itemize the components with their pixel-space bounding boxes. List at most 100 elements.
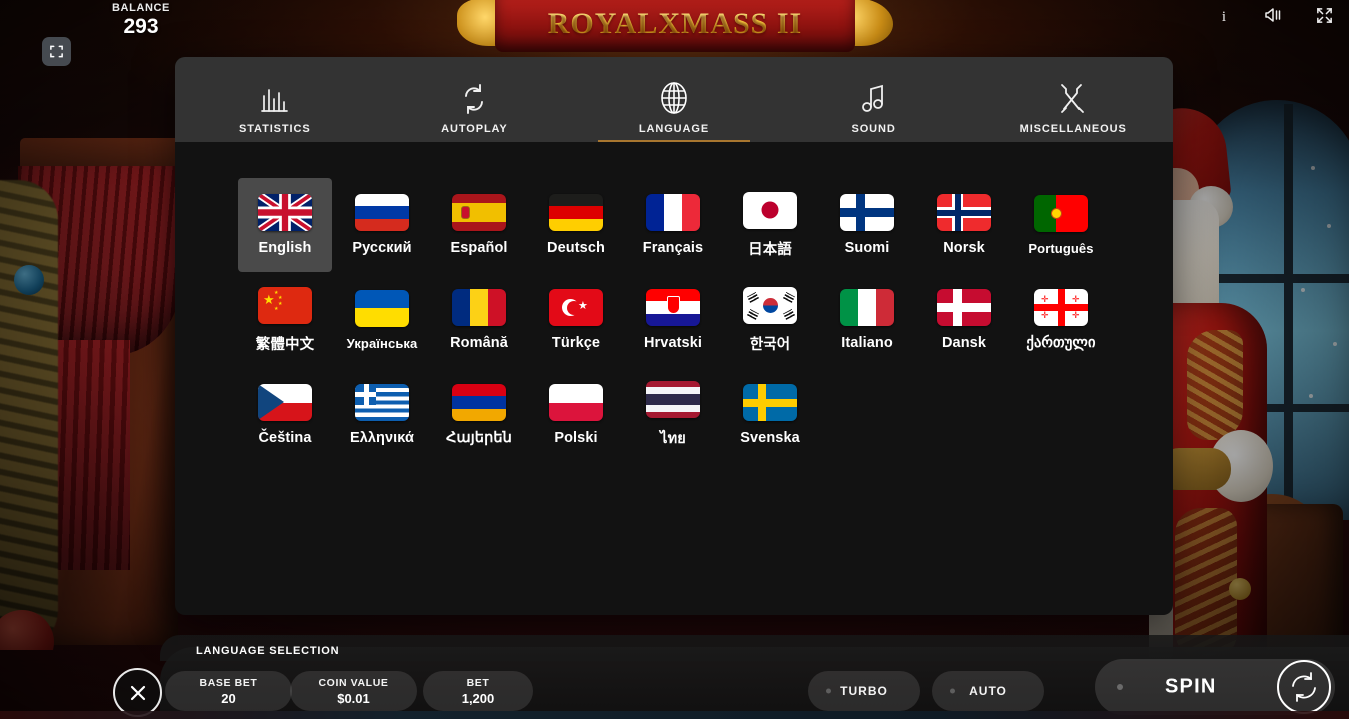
language-tile-de[interactable]: Deutsch: [529, 178, 623, 272]
tab-language-label: LANGUAGE: [638, 123, 710, 135]
auto-button[interactable]: AUTO: [932, 671, 1044, 711]
spin-button[interactable]: SPIN: [1095, 659, 1335, 715]
language-tile-am[interactable]: Հայերեն: [432, 368, 526, 462]
language-tile-se[interactable]: Svenska: [723, 368, 817, 462]
flag-icon-ua: [355, 289, 409, 327]
flag-icon-cz: [258, 384, 312, 421]
language-tile-fi[interactable]: Suomi: [820, 178, 914, 272]
tab-statistics[interactable]: STATISTICS: [175, 57, 375, 142]
flag-icon-fi: [840, 194, 894, 231]
tab-sound[interactable]: SOUND: [774, 57, 974, 142]
balance-display: BALANCE 293: [103, 2, 179, 39]
language-tile-gb[interactable]: English: [238, 178, 332, 272]
language-label: English: [258, 240, 312, 256]
flag-icon-dk: [937, 289, 991, 326]
bet-value: 1,200: [461, 690, 495, 706]
base-bet-button[interactable]: BASE BET 20: [165, 671, 292, 711]
flag-icon-jp: [743, 191, 797, 229]
language-tile-kr[interactable]: 한국어: [723, 273, 817, 367]
tab-statistics-label: STATISTICS: [239, 123, 311, 135]
language-tile-no[interactable]: Norsk: [917, 178, 1011, 272]
language-label: Dansk: [941, 335, 987, 351]
flag-icon-fr: [646, 194, 700, 231]
flag-icon-th: [646, 380, 700, 418]
language-tile-gr[interactable]: Ελληνικά: [335, 368, 429, 462]
language-label: Hrvatski: [643, 335, 703, 351]
language-tile-hr[interactable]: Hrvatski: [626, 273, 720, 367]
bottom-edge-strip: [0, 711, 1349, 719]
base-bet-label: BASE BET: [199, 676, 258, 689]
game-screen: ROYALXMASS II BALANCE 293 i STATISTICS A…: [0, 0, 1349, 719]
fullscreen-button[interactable]: [42, 37, 71, 66]
flag-icon-no: [937, 194, 991, 231]
language-tile-pt[interactable]: Português: [1014, 178, 1108, 272]
language-label: Čeština: [258, 430, 312, 446]
spin-refresh-icon: [1277, 660, 1331, 714]
settings-panel: STATISTICS AUTOPLAY LANGUAGE SOUND MISCE…: [175, 57, 1173, 615]
info-icon: i: [1222, 9, 1226, 24]
flag-icon-cn: ★ ★ ★ ★ ★: [258, 286, 312, 324]
flag-icon-de: [549, 194, 603, 231]
top-right-controls: i: [1213, 0, 1335, 30]
bet-button[interactable]: BET 1,200: [423, 671, 533, 711]
flag-icon-tr: ★: [549, 289, 603, 326]
language-tile-dk[interactable]: Dansk: [917, 273, 1011, 367]
sound-button[interactable]: [1263, 4, 1285, 26]
expand-icon: [1316, 7, 1332, 23]
language-tile-th[interactable]: ไทย: [626, 368, 720, 462]
base-bet-value: 20: [221, 690, 236, 706]
flag-icon-kr: [743, 286, 797, 324]
language-tile-ru[interactable]: Русский: [335, 178, 429, 272]
flag-icon-it: [840, 289, 894, 326]
language-label: Español: [450, 240, 508, 256]
language-tile-ua[interactable]: Українська: [335, 273, 429, 367]
language-label: ქართული: [1026, 335, 1096, 351]
bottom-bar-title: LANGUAGE SELECTION: [196, 645, 340, 657]
flag-icon-hr: [646, 289, 700, 326]
language-tile-ro[interactable]: Română: [432, 273, 526, 367]
tools-icon: [1055, 72, 1091, 116]
language-label: Norsk: [943, 240, 985, 256]
language-tile-jp[interactable]: 日本語: [723, 178, 817, 272]
language-label: Ελληνικά: [349, 430, 415, 446]
auto-indicator-dot: [950, 688, 955, 694]
close-button[interactable]: [113, 668, 162, 717]
logo-text: ROYALXMASS II: [547, 7, 803, 40]
flag-icon-ru: [355, 194, 409, 231]
language-label: Italiano: [841, 335, 893, 351]
language-tile-ge[interactable]: ✛ ✛ ✛ ✛ ქართული: [1014, 273, 1108, 367]
flag-icon-gr: [355, 384, 409, 421]
language-label: Հայերեն: [446, 430, 512, 446]
language-tile-es[interactable]: Español: [432, 178, 526, 272]
language-tile-fr[interactable]: Français: [626, 178, 720, 272]
sound-icon: [1265, 8, 1281, 22]
fullscreen-icon: [50, 45, 63, 58]
tab-autoplay-label: AUTOPLAY: [441, 123, 508, 135]
language-tile-it[interactable]: Italiano: [820, 273, 914, 367]
close-icon: [130, 685, 145, 700]
expand-button[interactable]: [1313, 4, 1335, 26]
language-label: Svenska: [740, 430, 800, 446]
language-tile-cn[interactable]: ★ ★ ★ ★ ★ 繁體中文: [238, 273, 332, 367]
bottom-control-bar: LANGUAGE SELECTION BASE BET 20 COIN VALU…: [0, 635, 1349, 719]
balance-value: 293: [123, 15, 159, 38]
turbo-button[interactable]: TURBO: [808, 671, 920, 711]
language-tile-cz[interactable]: Čeština: [238, 368, 332, 462]
coin-value-button[interactable]: COIN VALUE $0.01: [290, 671, 417, 711]
info-button[interactable]: i: [1213, 4, 1235, 26]
language-label: ไทย: [660, 430, 686, 447]
language-tile-tr[interactable]: ★ Türkçe: [529, 273, 623, 367]
tab-autoplay[interactable]: AUTOPLAY: [375, 57, 575, 142]
tab-miscellaneous[interactable]: MISCELLANEOUS: [973, 57, 1173, 142]
spin-indicator-dot: [1117, 684, 1123, 690]
refresh-icon: [457, 72, 491, 116]
language-tile-pl[interactable]: Polski: [529, 368, 623, 462]
coin-value-label: COIN VALUE: [318, 676, 389, 689]
panel-tab-bar: STATISTICS AUTOPLAY LANGUAGE SOUND MISCE…: [175, 57, 1173, 142]
tab-language[interactable]: LANGUAGE: [574, 57, 774, 142]
spin-label: SPIN: [1165, 675, 1217, 698]
language-label: Română: [450, 335, 508, 351]
flag-icon-se: [743, 384, 797, 421]
flag-icon-am: [452, 384, 506, 421]
language-label: Português: [1028, 240, 1094, 256]
